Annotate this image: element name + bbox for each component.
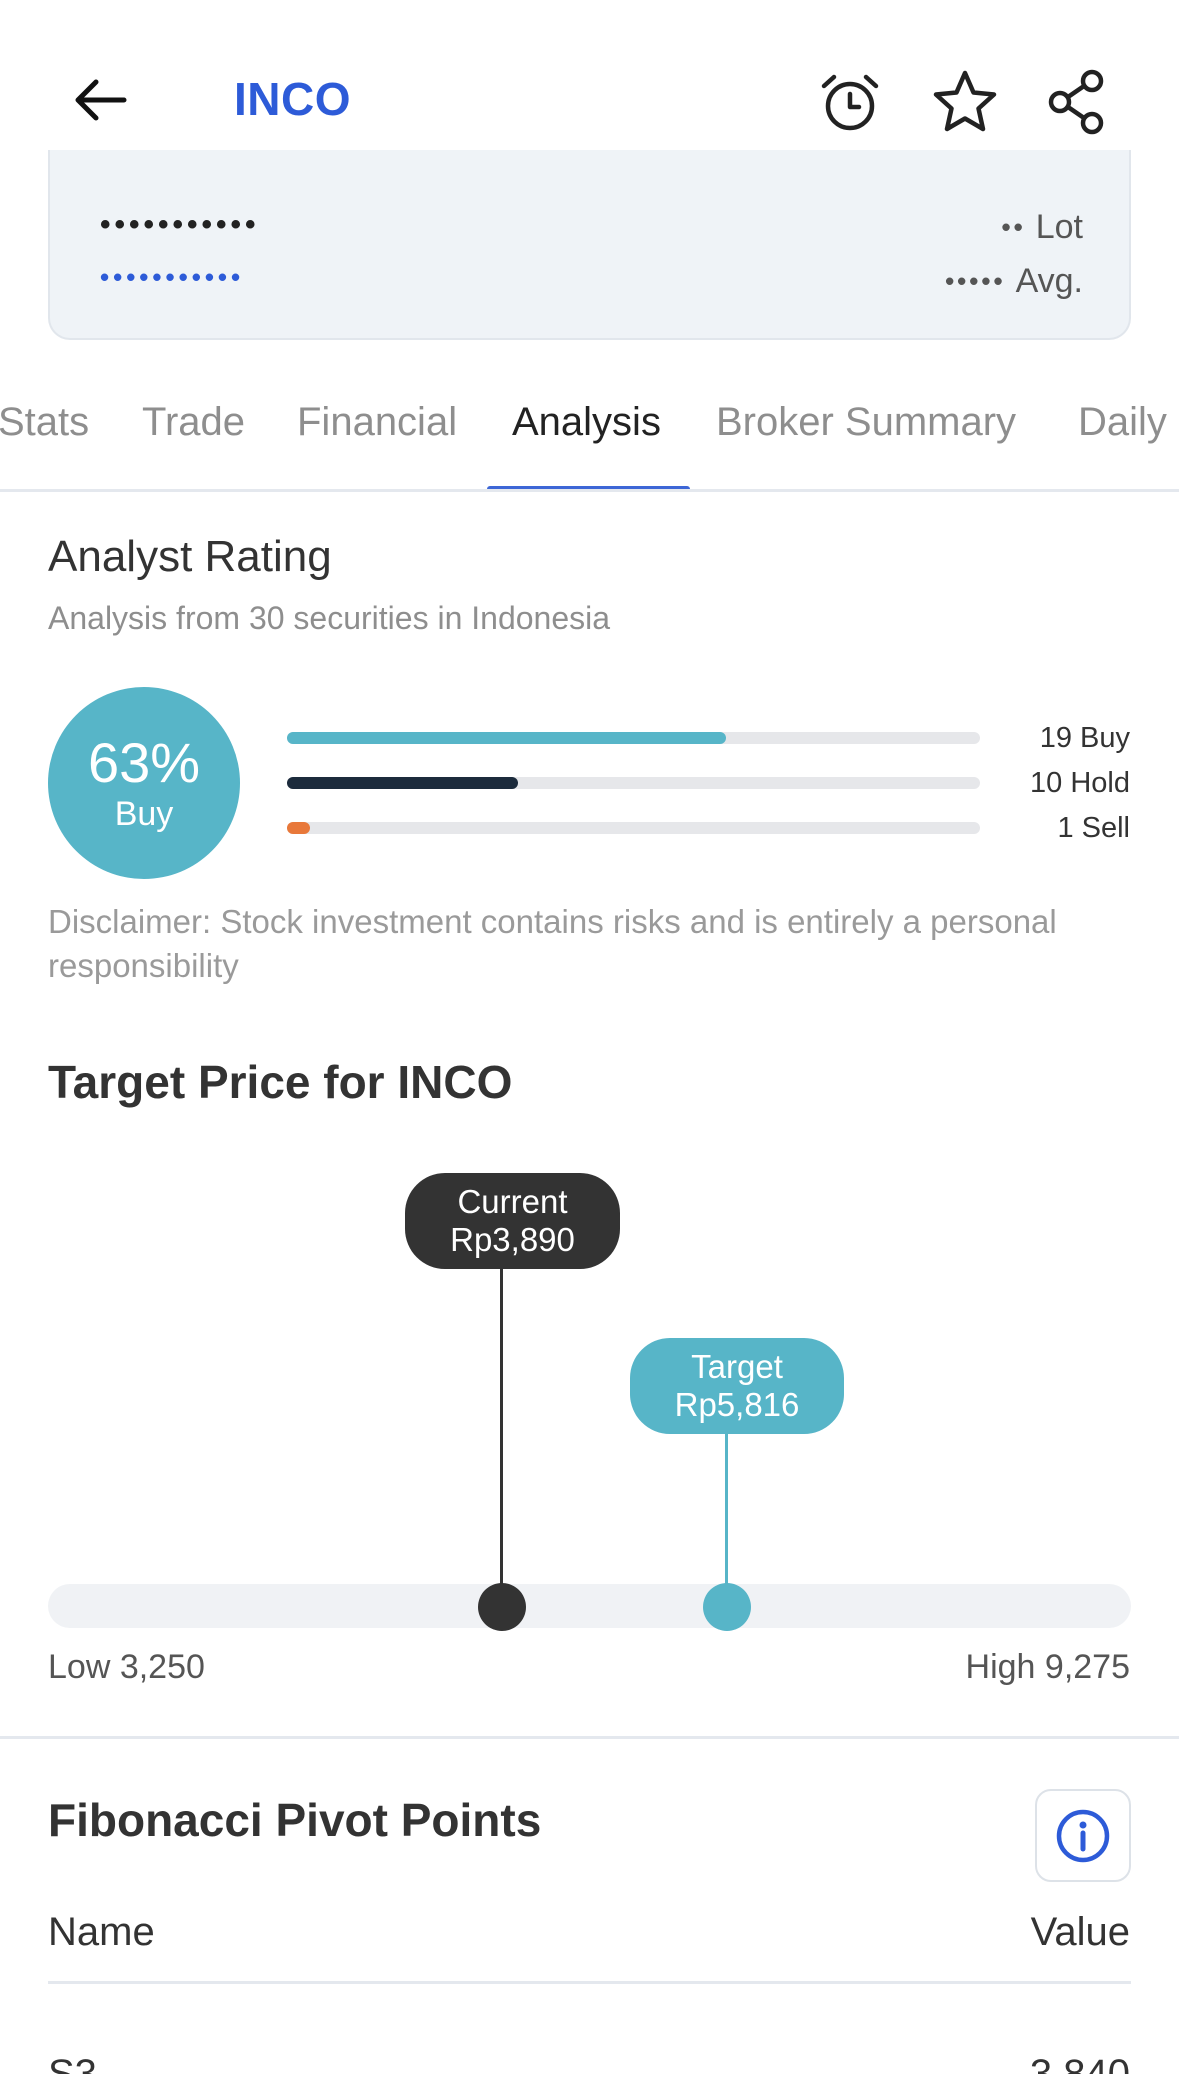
price-range-track: [48, 1584, 1131, 1628]
section-divider: [0, 1736, 1179, 1739]
table-header-divider: [48, 1981, 1131, 1984]
masked-portfolio-change: •••••••••••: [100, 262, 245, 292]
info-circle-icon: [1056, 1809, 1110, 1862]
lot-label: Lot: [1035, 208, 1083, 246]
back-arrow-icon[interactable]: [60, 60, 140, 140]
pivot-row-value: 3,840: [1029, 2052, 1130, 2074]
buy-bar-fill: [287, 732, 726, 744]
pivot-row-name: S3: [48, 2052, 97, 2074]
share-icon[interactable]: [1037, 62, 1117, 142]
hold-count-label: 10 Hold: [1030, 767, 1130, 799]
column-header-name: Name: [48, 1910, 155, 1954]
range-high-label: High 9,275: [965, 1648, 1130, 1686]
tab-stats[interactable]: Stats: [0, 400, 89, 445]
avg-label: Avg.: [1015, 262, 1083, 300]
masked-lot: ••: [1001, 212, 1026, 242]
alarm-clock-icon[interactable]: [810, 62, 890, 142]
buy-word: Buy: [114, 795, 174, 833]
lot-row: •• Lot: [1002, 208, 1083, 247]
info-button[interactable]: [1035, 1789, 1131, 1882]
hold-bar-fill: [287, 777, 518, 789]
sell-bar-track: [287, 822, 980, 834]
disclaimer-text: Disclaimer: Stock investment contains ri…: [48, 903, 1057, 984]
sell-count-label: 1 Sell: [1057, 812, 1130, 844]
ticker-title: INCO: [234, 73, 351, 125]
target-price-bubble: Target Rp5,816: [630, 1338, 844, 1434]
tab-broker-summary[interactable]: Broker Summary: [716, 400, 1016, 445]
analyst-rating-subtitle: Analysis from 30 securities in Indonesia: [48, 600, 611, 636]
avg-row: ••••• Avg.: [945, 262, 1083, 301]
tab-trade[interactable]: Trade: [142, 400, 245, 445]
tab-analysis[interactable]: Analysis: [512, 400, 661, 445]
target-price-marker: [703, 1583, 751, 1631]
portfolio-card[interactable]: ••••••••••• ••••••••••• •• Lot ••••• Avg…: [48, 150, 1131, 340]
tab-financial[interactable]: Financial: [297, 400, 457, 445]
analyst-rating-title: Analyst Rating: [48, 532, 332, 581]
current-value: Rp3,890: [450, 1221, 575, 1258]
sell-bar-fill: [287, 822, 310, 834]
masked-avg: •••••: [945, 266, 1006, 296]
masked-portfolio-value: •••••••••••: [100, 208, 260, 241]
current-price-bubble: Current Rp3,890: [405, 1173, 620, 1269]
active-tab-indicator: [487, 486, 690, 489]
star-icon[interactable]: [925, 62, 1005, 142]
hold-bar-track: [287, 777, 980, 789]
buy-percent: 63%: [87, 731, 201, 794]
current-label: Current: [457, 1183, 568, 1220]
tab-daily[interactable]: Daily: [1078, 400, 1167, 445]
buy-percent-badge: 63% Buy: [48, 687, 240, 879]
target-price-title: Target Price for INCO: [48, 1056, 513, 1108]
fibonacci-title: Fibonacci Pivot Points: [48, 1794, 542, 1846]
target-price-stem: [725, 1434, 728, 1606]
buy-count-label: 19 Buy: [1039, 722, 1130, 754]
current-price-stem: [500, 1269, 503, 1606]
range-low-label: Low 3,250: [48, 1648, 205, 1686]
current-price-marker: [478, 1583, 526, 1631]
target-label: Target: [691, 1348, 783, 1385]
column-header-value: Value: [1030, 1910, 1130, 1954]
target-value: Rp5,816: [674, 1386, 800, 1423]
tab-bar: Stats Trade Financial Analysis Broker Su…: [0, 370, 1179, 492]
buy-bar-track: [287, 732, 980, 744]
